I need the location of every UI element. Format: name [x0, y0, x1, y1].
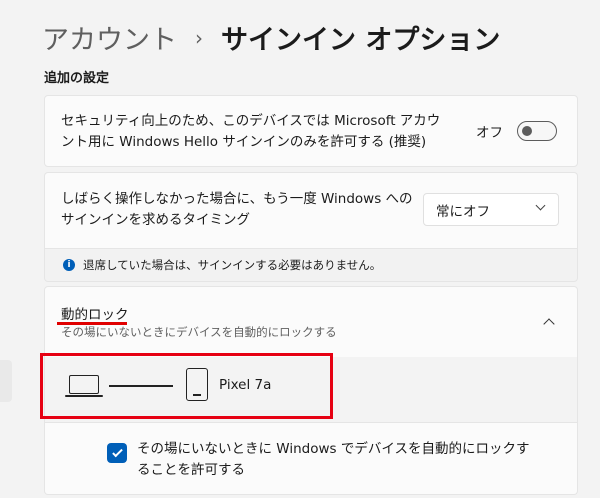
page-title: サインイン オプション — [221, 25, 501, 56]
auto-lock-checkbox-label[interactable]: その場にいないときに Windows でデバイスを自動的にロックすることを許可す… — [137, 439, 537, 481]
breadcrumb-separator: › — [195, 25, 203, 50]
info-bar: i 退席していた場合は、サインインする必要はありません。 — [44, 248, 578, 282]
toggle-knob — [522, 126, 532, 136]
auto-lock-checkbox[interactable] — [107, 443, 127, 463]
dropdown-selected-value: 常にオフ — [436, 203, 490, 220]
require-signin-dropdown[interactable]: 常にオフ — [423, 193, 559, 226]
checkmark-icon — [111, 446, 123, 457]
toggle-state-label: オフ — [476, 125, 503, 141]
dynamic-lock-title: 動的ロック — [61, 307, 129, 323]
info-icon: i — [63, 259, 75, 271]
dynamic-lock-subtitle: その場にいないときにデバイスを自動的にロックする — [61, 325, 337, 339]
dynamic-lock-header[interactable]: 動的ロック その場にいないときにデバイスを自動的にロックする — [44, 286, 578, 358]
chevron-down-icon — [535, 200, 546, 211]
breadcrumb-parent-link[interactable]: アカウント — [42, 18, 177, 57]
hello-only-toggle-group: オフ — [476, 121, 557, 141]
hello-only-setting-card: セキュリティ向上のため、このデバイスでは Microsoft アカウント用に W… — [44, 95, 578, 167]
info-text: 退席していた場合は、サインインする必要はありません。 — [83, 258, 382, 272]
section-title: 追加の設定 — [44, 71, 110, 86]
require-signin-setting-card: しばらく操作しなかった場合に、もう一度 Windows へのサインインを求めるタ… — [44, 172, 578, 248]
chevron-up-icon[interactable] — [543, 318, 555, 330]
hello-only-toggle[interactable] — [517, 121, 557, 141]
require-signin-setting-text: しばらく操作しなかった場合に、もう一度 Windows へのサインインを求めるタ… — [61, 191, 413, 228]
nav-scroll-stub — [0, 360, 12, 402]
auto-lock-checkbox-row: その場にいないときに Windows でデバイスを自動的にロックすることを許可す… — [44, 423, 578, 495]
hello-only-setting-text: セキュリティ向上のため、このデバイスでは Microsoft アカウント用に W… — [61, 113, 441, 150]
breadcrumb: アカウント › サインイン オプション — [42, 18, 500, 57]
red-highlight-box — [40, 353, 333, 419]
